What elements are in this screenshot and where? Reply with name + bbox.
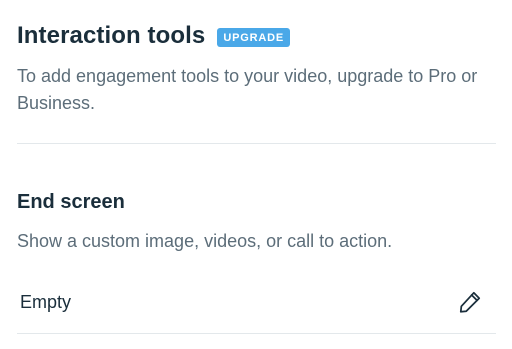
section-divider: [17, 143, 496, 144]
interaction-tools-description: To add engagement tools to your video, u…: [17, 66, 478, 113]
end-screen-description: Show a custom image, videos, or call to …: [17, 231, 393, 251]
end-screen-row: Empty: [17, 280, 496, 324]
pencil-icon: [459, 291, 481, 313]
edit-end-screen-button[interactable]: [454, 286, 486, 318]
upgrade-badge[interactable]: UPGRADE: [217, 27, 290, 47]
row-divider: [17, 333, 496, 334]
interaction-tools-header: Interaction tools UPGRADE: [17, 20, 290, 52]
end-screen-title: End screen: [17, 191, 125, 213]
interaction-tools-title: Interaction tools: [17, 22, 206, 49]
end-screen-value: Empty: [20, 292, 72, 312]
